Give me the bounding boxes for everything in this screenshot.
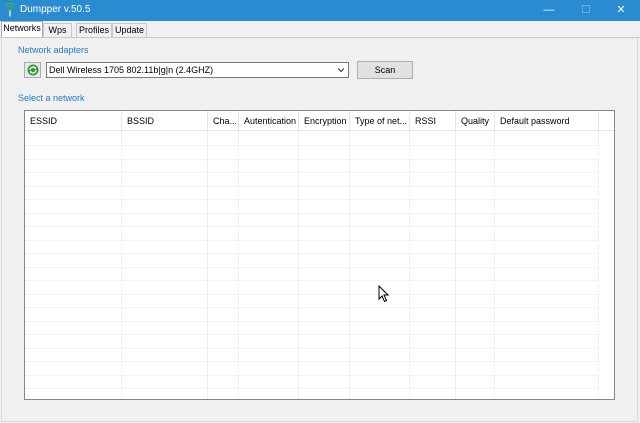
close-button[interactable]: ✕ (604, 0, 638, 21)
networks-list-header: ESSID BSSID Cha... Autentication Encrypt… (25, 111, 614, 131)
refresh-icon (27, 64, 39, 76)
grid-line (25, 321, 599, 322)
minimize-button[interactable]: — (532, 0, 566, 21)
grid-line (25, 267, 599, 268)
column-authentication[interactable]: Autentication (239, 111, 299, 131)
window-title: Dumpper v.50.5 (20, 4, 91, 15)
grid-line (25, 361, 599, 362)
wifi-app-icon (4, 3, 16, 17)
column-essid[interactable]: ESSID (25, 111, 122, 131)
tab-update[interactable]: Update (112, 23, 147, 38)
tab-strip: Networks Wps Profiles Update (0, 21, 640, 38)
grid-line (25, 388, 599, 389)
network-adapters-label: Network adapters (18, 45, 89, 55)
grid-line (25, 240, 599, 241)
grid-line (25, 348, 599, 349)
column-network-type[interactable]: Type of net... (350, 111, 410, 131)
grid-line (25, 280, 599, 281)
grid-line (25, 159, 599, 160)
grid-line (25, 145, 599, 146)
select-network-label: Select a network (18, 93, 85, 103)
grid-line (25, 253, 599, 254)
title-bar: Dumpper v.50.5 — ☐ ✕ (0, 0, 640, 21)
grid-line (25, 334, 599, 335)
chevron-down-icon (337, 68, 345, 73)
column-rssi[interactable]: RSSI (410, 111, 456, 131)
adapter-selected-value: Dell Wireless 1705 802.11b|g|n (2.4GHZ) (49, 65, 214, 75)
networks-list[interactable]: ESSID BSSID Cha... Autentication Encrypt… (24, 110, 615, 400)
grid-line (25, 199, 599, 200)
adapter-select[interactable]: Dell Wireless 1705 802.11b|g|n (2.4GHZ) (46, 62, 349, 78)
grid-line (25, 172, 599, 173)
column-bssid[interactable]: BSSID (122, 111, 208, 131)
grid-line (25, 213, 599, 214)
tab-wps[interactable]: Wps (43, 23, 72, 38)
grid-line (25, 294, 599, 295)
grid-line (25, 226, 599, 227)
column-encryption[interactable]: Encryption (299, 111, 350, 131)
scan-button[interactable]: Scan (357, 61, 413, 79)
tab-networks[interactable]: Networks (1, 21, 43, 38)
grid-line (25, 186, 599, 187)
grid-line (25, 307, 599, 308)
column-channel[interactable]: Cha... (208, 111, 239, 131)
column-default-password[interactable]: Default password (495, 111, 599, 131)
tab-profiles[interactable]: Profiles (76, 23, 112, 38)
grid-line (25, 375, 599, 376)
maximize-button[interactable]: ☐ (569, 0, 603, 21)
refresh-adapters-button[interactable] (24, 62, 41, 78)
column-quality[interactable]: Quality (456, 111, 495, 131)
mouse-cursor-icon (378, 285, 390, 303)
